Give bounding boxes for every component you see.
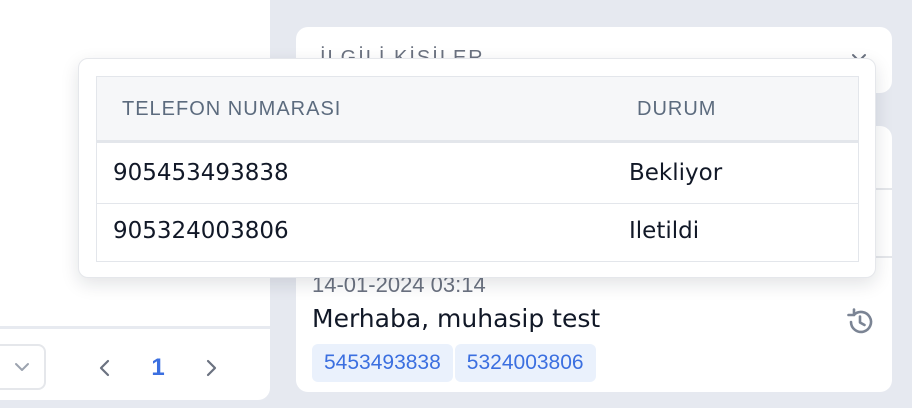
status-cell: Bekliyor (629, 160, 723, 186)
previous-page-button[interactable] (92, 352, 118, 384)
chevron-left-icon (99, 359, 110, 377)
table-row: 905453493838 Bekliyor (97, 146, 858, 204)
page-size-select[interactable] (0, 344, 46, 390)
history-button[interactable] (844, 306, 876, 338)
current-page-number[interactable]: 1 (144, 352, 172, 384)
chevron-right-icon (206, 359, 217, 377)
recipient-tag[interactable]: 5453493838 (312, 344, 453, 382)
column-header-status: DURUM (637, 98, 717, 120)
phone-cell: 905324003806 (113, 218, 289, 244)
chevron-down-icon (15, 363, 29, 371)
recipient-tags: 5453493838 5324003806 (312, 344, 596, 382)
table-row: 905324003806 Iletildi (97, 204, 858, 262)
divider (0, 326, 270, 329)
delivery-status-table: TELEFON NUMARASI DURUM 905453493838 Bekl… (96, 76, 859, 262)
message-text: Merhaba, muhasip test (312, 304, 601, 333)
status-cell: Iletildi (629, 218, 700, 244)
column-header-phone: TELEFON NUMARASI (122, 98, 342, 120)
recipient-tag[interactable]: 5324003806 (454, 344, 596, 382)
delivery-status-popover: TELEFON NUMARASI DURUM 905453493838 Bekl… (78, 58, 876, 278)
next-page-button[interactable] (198, 352, 224, 384)
history-icon (847, 308, 873, 334)
phone-cell: 905453493838 (113, 160, 289, 186)
table-header: TELEFON NUMARASI DURUM (97, 77, 858, 143)
